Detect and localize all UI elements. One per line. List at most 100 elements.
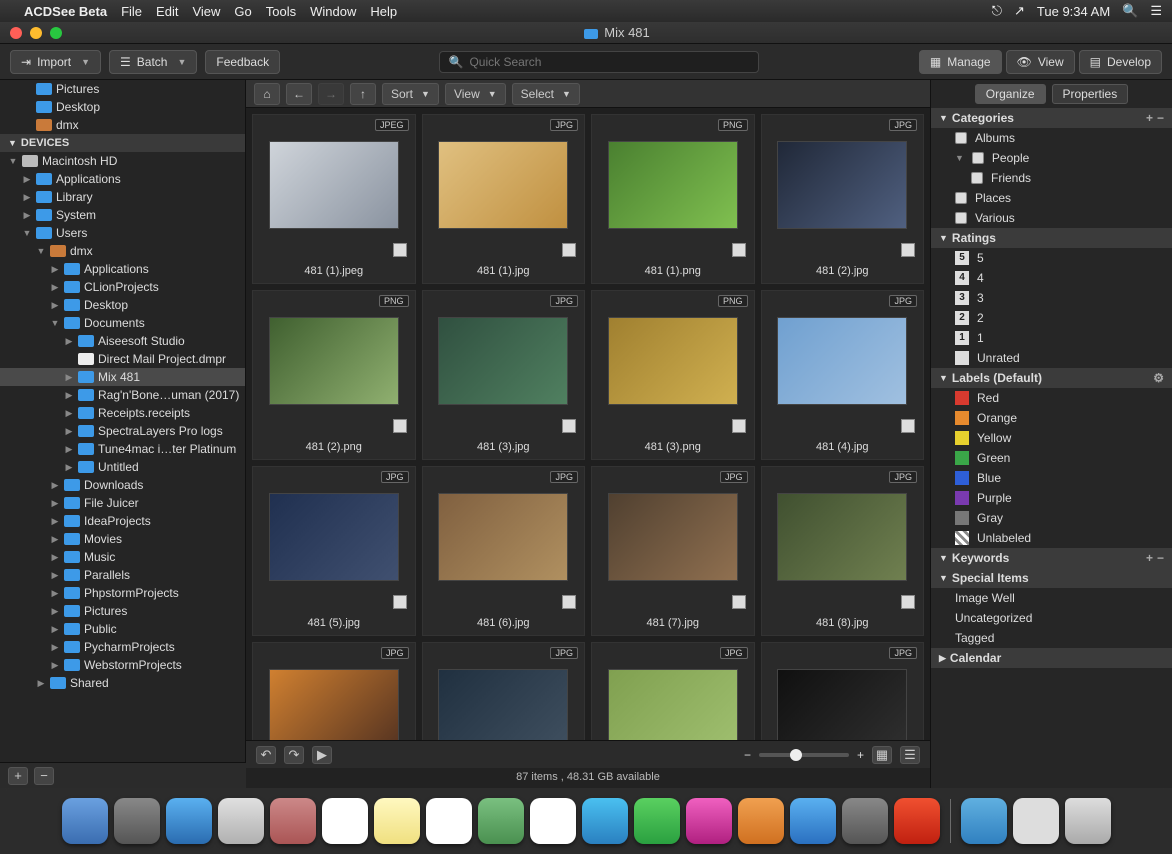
thumbnail-cell[interactable]: PNG481 (3).png <box>591 290 755 460</box>
thumbnail-cell[interactable]: JPG <box>422 642 586 740</box>
mode-develop[interactable]: ▤ Develop <box>1079 50 1162 74</box>
thumbnail-cell[interactable]: JPG481 (5).jpg <box>252 466 416 636</box>
thumbnail-cell[interactable]: JPG481 (4).jpg <box>761 290 925 460</box>
sidebar-item[interactable]: dmx <box>0 116 245 134</box>
status-icon[interactable]: ⎋ <box>992 3 1002 19</box>
calendar-header[interactable]: ▶Calendar <box>931 648 1172 668</box>
dock-calendar[interactable] <box>322 798 368 844</box>
sidebar-item[interactable]: ▶CLionProjects <box>0 278 245 296</box>
label-row[interactable]: Yellow <box>931 428 1172 448</box>
disclosure-arrow-icon[interactable]: ▶ <box>36 678 46 689</box>
sidebar-item[interactable]: Direct Mail Project.dmpr <box>0 350 245 368</box>
disclosure-arrow-icon[interactable]: ▶ <box>50 588 60 599</box>
category-row[interactable]: Various <box>931 208 1172 228</box>
sidebar-item[interactable]: ▶SpectraLayers Pro logs <box>0 422 245 440</box>
disclosure-arrow-icon[interactable]: ▼ <box>955 153 964 163</box>
import-button[interactable]: ⇥ Import▼ <box>10 50 101 74</box>
disclosure-arrow-icon[interactable]: ▶ <box>50 642 60 653</box>
disclosure-arrow-icon[interactable]: ▶ <box>64 408 74 419</box>
disclosure-arrow-icon[interactable]: ▼ <box>36 246 46 256</box>
menu-edit[interactable]: Edit <box>156 4 178 19</box>
label-row[interactable]: Blue <box>931 468 1172 488</box>
thumbnail-cell[interactable]: PNG481 (1).png <box>591 114 755 284</box>
disclosure-arrow-icon[interactable]: ▼ <box>8 156 18 166</box>
category-row[interactable]: Albums <box>931 128 1172 148</box>
dock-photos[interactable] <box>530 798 576 844</box>
list-view-button[interactable]: ☰ <box>900 746 920 764</box>
dock-mail[interactable] <box>218 798 264 844</box>
menu-help[interactable]: Help <box>370 4 397 19</box>
special-item-row[interactable]: Tagged <box>931 628 1172 648</box>
category-checkbox[interactable] <box>971 172 983 184</box>
dock-itunes[interactable] <box>686 798 732 844</box>
devices-header[interactable]: ▼DEVICES <box>0 134 245 152</box>
remove-keyword-icon[interactable]: − <box>1157 551 1164 565</box>
disclosure-arrow-icon[interactable]: ▶ <box>64 336 74 347</box>
category-checkbox[interactable] <box>955 192 967 204</box>
sort-dropdown[interactable]: Sort▼ <box>382 83 439 105</box>
thumbnail-cell[interactable]: JPG <box>591 642 755 740</box>
sidebar-item[interactable]: ▼Macintosh HD <box>0 152 245 170</box>
thumbnail-cell[interactable]: JPG481 (3).jpg <box>422 290 586 460</box>
category-row[interactable]: Places <box>931 188 1172 208</box>
remove-favorite-button[interactable]: − <box>34 767 54 785</box>
rating-row[interactable]: 11 <box>931 328 1172 348</box>
tab-organize[interactable]: Organize <box>975 84 1046 104</box>
dock-ibooks[interactable] <box>738 798 784 844</box>
thumbnail-checkbox[interactable] <box>732 243 746 257</box>
menu-window[interactable]: Window <box>310 4 356 19</box>
nav-forward-button[interactable]: → <box>318 83 344 105</box>
minimize-window-button[interactable] <box>30 27 42 39</box>
nav-up-button[interactable]: ↑ <box>350 83 376 105</box>
grid-view-button[interactable]: ▦ <box>872 746 892 764</box>
dock-messages[interactable] <box>582 798 628 844</box>
dock-notes[interactable] <box>374 798 420 844</box>
zoom-in-icon[interactable]: + <box>857 748 864 762</box>
thumbnail-cell[interactable]: JPG481 (1).jpg <box>422 114 586 284</box>
sidebar-item[interactable]: Pictures <box>0 80 245 98</box>
label-row[interactable]: Unlabeled <box>931 528 1172 548</box>
search-input[interactable] <box>469 55 750 69</box>
sidebar-item[interactable]: ▶WebstormProjects <box>0 656 245 674</box>
thumbnail-checkbox[interactable] <box>562 595 576 609</box>
labels-header[interactable]: ▼Labels (Default)⚙ <box>931 368 1172 388</box>
thumbnail-cell[interactable]: JPG481 (2).jpg <box>761 114 925 284</box>
thumbnail-checkbox[interactable] <box>901 243 915 257</box>
disclosure-arrow-icon[interactable]: ▶ <box>50 282 60 293</box>
thumbnail-checkbox[interactable] <box>562 419 576 433</box>
sidebar-item[interactable]: ▶System <box>0 206 245 224</box>
disclosure-arrow-icon[interactable]: ▶ <box>22 192 32 203</box>
thumbnail-checkbox[interactable] <box>901 595 915 609</box>
sidebar-item[interactable]: ▶Applications <box>0 170 245 188</box>
thumbnail-checkbox[interactable] <box>562 243 576 257</box>
sidebar-item[interactable]: ▶Untitled <box>0 458 245 476</box>
sidebar-item[interactable]: ▶PhpstormProjects <box>0 584 245 602</box>
zoom-window-button[interactable] <box>50 27 62 39</box>
category-checkbox[interactable] <box>972 152 984 164</box>
disclosure-arrow-icon[interactable]: ▶ <box>50 264 60 275</box>
disclosure-arrow-icon[interactable]: ▶ <box>64 462 74 473</box>
sidebar-item[interactable]: ▶File Juicer <box>0 494 245 512</box>
disclosure-arrow-icon[interactable]: ▶ <box>64 426 74 437</box>
nav-home-button[interactable]: ⌂ <box>254 83 280 105</box>
zoom-out-icon[interactable]: − <box>744 748 751 762</box>
sidebar-item[interactable]: ▼dmx <box>0 242 245 260</box>
disclosure-arrow-icon[interactable]: ▶ <box>64 444 74 455</box>
sidebar-item[interactable]: ▶Tune4mac i…ter Platinum <box>0 440 245 458</box>
rating-row[interactable]: 44 <box>931 268 1172 288</box>
labels-settings-icon[interactable]: ⚙ <box>1153 371 1164 385</box>
keywords-header[interactable]: ▼Keywords+− <box>931 548 1172 568</box>
menu-file[interactable]: File <box>121 4 142 19</box>
disclosure-arrow-icon[interactable]: ▶ <box>50 300 60 311</box>
sidebar-item[interactable]: ▶Movies <box>0 530 245 548</box>
mode-view[interactable]: 👁 View <box>1006 50 1075 74</box>
feedback-button[interactable]: Feedback <box>205 50 280 74</box>
quick-search[interactable]: 🔍 <box>439 51 759 73</box>
dock-preferences[interactable] <box>842 798 888 844</box>
sidebar-item[interactable]: ▶Receipts.receipts <box>0 404 245 422</box>
sidebar-item[interactable]: ▶PycharmProjects <box>0 638 245 656</box>
mode-manage[interactable]: ▦ Manage <box>919 50 1002 74</box>
thumbnail-checkbox[interactable] <box>732 595 746 609</box>
thumbnail-cell[interactable]: JPG481 (8).jpg <box>761 466 925 636</box>
batch-button[interactable]: ☰ Batch▼ <box>109 50 197 74</box>
